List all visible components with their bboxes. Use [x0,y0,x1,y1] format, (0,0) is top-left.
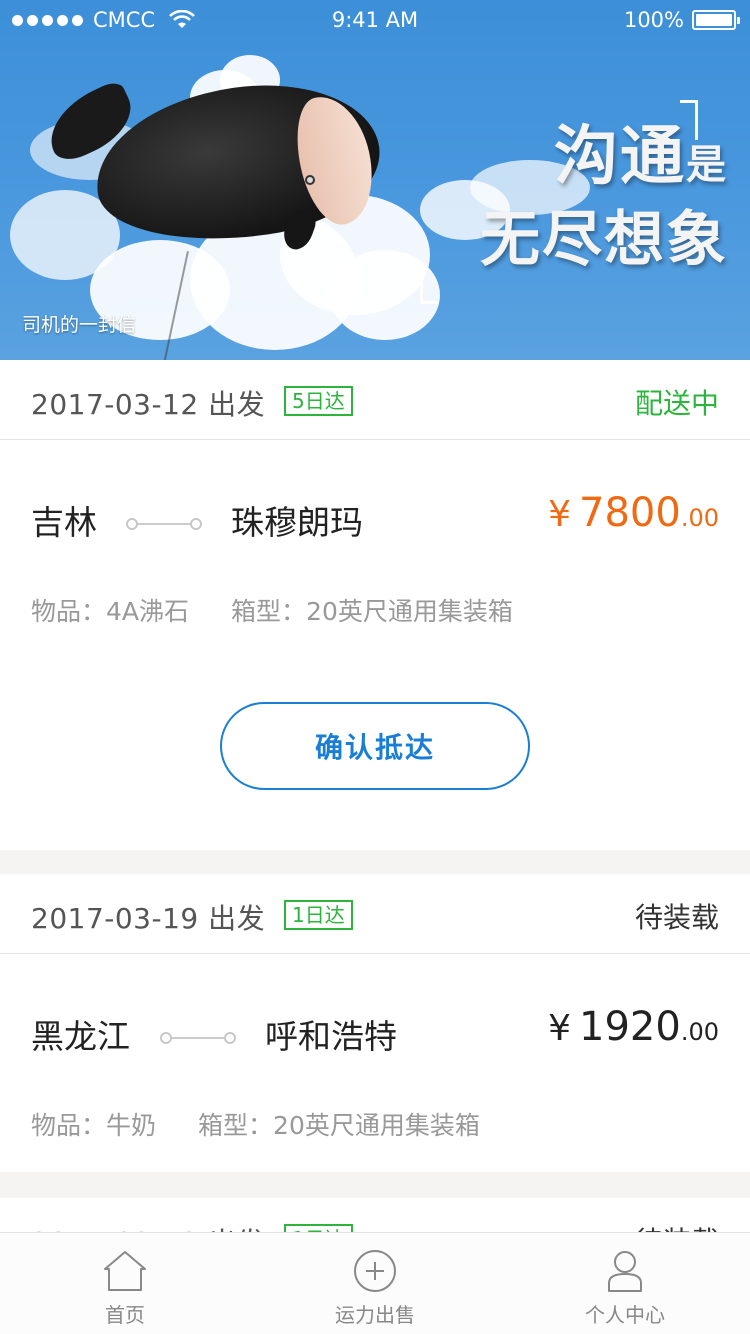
order-status: 配送中 [634,387,719,420]
bracket-decoration [420,262,438,304]
order-header: 2017-03-19 出发 1日达 待装载 [0,874,750,954]
destination-city: 珠穆朗玛 [231,503,363,542]
goods-value: 牛奶 [106,1111,157,1140]
origin-city: 吉林 [31,503,97,542]
status-bar: CMCC 9:41 AM 100% [0,0,750,40]
banner-caption: 司机的一封信 [22,314,137,336]
order-meta: 物品：4A沸石 箱型：20英尺通用集装箱 [31,597,513,626]
order-price: ¥1920.00 [548,1004,719,1050]
confirm-arrival-button[interactable]: 确认抵达 [220,702,530,790]
battery-percent: 100% [623,8,684,32]
order-header: 2017-03-12 出发 5日达 配送中 [0,360,750,440]
route-row: 黑龙江 呼和浩特 ¥1920.00 [0,1004,750,1064]
home-icon [104,1251,146,1291]
origin-city: 黑龙江 [31,1017,130,1056]
destination-city: 呼和浩特 [265,1017,397,1056]
tab-capacity-sale[interactable]: 运力出售 [250,1233,500,1334]
route-connector-icon [160,1031,236,1045]
tab-profile[interactable]: 个人中心 [500,1233,750,1334]
order-meta: 物品：牛奶 箱型：20英尺通用集装箱 [31,1111,480,1140]
order-card[interactable]: 2017-03-19 出发 1日达 待装载 黑龙江 呼和浩特 ¥1920.00 … [0,874,750,1172]
goods-value: 4A沸石 [106,597,190,626]
banner[interactable]: 沟通是 无尽想象 司机的一封信 [0,0,750,360]
person-icon [608,1251,642,1292]
tab-label: 个人中心 [585,1303,665,1327]
order-card[interactable]: 2017-03-12 出发 5日达 配送中 吉林 珠穆朗玛 ¥7800.00 物… [0,360,750,850]
departure-date: 2017-03-19 出发 [31,902,266,935]
departure-date: 2017-03-12 出发 [31,388,266,421]
route-connector-icon [126,517,202,531]
tab-label: 运力出售 [335,1303,415,1327]
banner-headline: 沟通是 无尽想象 [480,119,728,275]
plus-circle-icon [354,1250,396,1292]
order-status: 待装载 [634,901,719,934]
order-price: ¥7800.00 [548,490,719,536]
battery-icon [692,10,740,30]
container-value: 20英尺通用集装箱 [273,1111,480,1140]
tab-bar: 首页 运力出售 个人中心 [0,1232,750,1334]
whale-eye [305,175,315,185]
route-row: 吉林 珠穆朗玛 ¥7800.00 [0,490,750,550]
container-value: 20英尺通用集装箱 [306,597,513,626]
tab-home[interactable]: 首页 [0,1233,250,1334]
eta-badge: 1日达 [284,900,353,930]
eta-badge: 5日达 [284,386,353,416]
tab-label: 首页 [105,1303,145,1327]
